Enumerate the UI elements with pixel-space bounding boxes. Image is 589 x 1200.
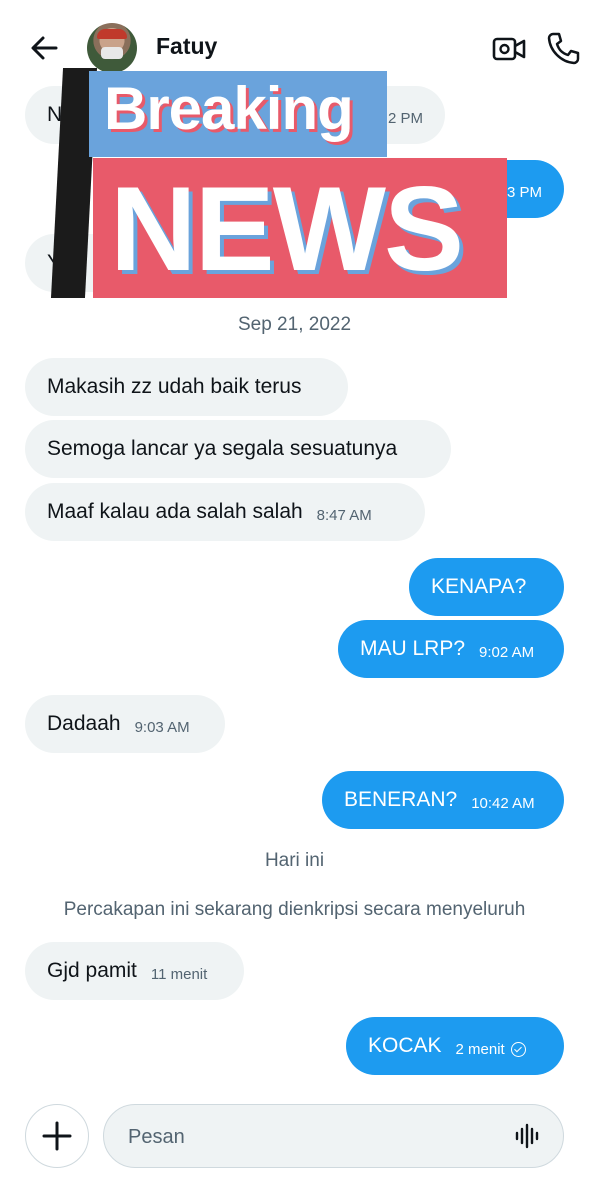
contact-name[interactable]: Fatuy	[156, 33, 217, 60]
date-separator: Sep 21, 2022	[237, 314, 352, 335]
message-text: Makasih zz udah baik terus	[47, 375, 302, 398]
message-time: 2 menit	[455, 1040, 505, 1058]
plus-icon	[42, 1121, 72, 1151]
voice-message-button[interactable]	[514, 1123, 542, 1149]
encryption-notice: Percakapan ini sekarang dienkripsi secar…	[63, 899, 526, 920]
chat-header: Fatuy	[0, 0, 589, 100]
message-incoming[interactable]: Dadaah 9:03 AM	[25, 695, 225, 753]
avatar-cap	[97, 29, 127, 39]
message-time: 2 PM	[387, 109, 423, 127]
voice-call-button[interactable]	[545, 30, 581, 66]
message-time: 9:02 AM	[479, 643, 535, 661]
message-incoming[interactable]: Semoga lancar ya segala sesuatunya	[25, 420, 451, 478]
message-text: KENAPA?	[431, 575, 527, 598]
avatar-mask	[101, 47, 123, 59]
message-time: 10:42 AM	[471, 794, 535, 812]
message-text: Dadaah	[47, 712, 121, 735]
contact-avatar[interactable]	[87, 23, 137, 73]
message-text: MAU LRP?	[360, 637, 466, 660]
message-outgoing[interactable]: KENAPA?	[409, 558, 564, 616]
message-time: 11 menit	[150, 965, 208, 983]
back-button[interactable]	[26, 30, 62, 66]
message-incoming[interactable]: Gjd pamit 11 menit	[25, 942, 244, 1000]
today-label: Hari ini	[264, 850, 325, 871]
message-text: Gjd pamit	[47, 959, 137, 982]
video-call-button[interactable]	[491, 31, 527, 67]
sent-check-icon	[510, 1041, 526, 1057]
message-text: Y	[47, 251, 62, 274]
message-text: BENERAN?	[344, 788, 458, 811]
message-time: 8:47 AM	[316, 506, 372, 524]
add-attachment-button[interactable]	[25, 1104, 89, 1168]
message-input[interactable]	[126, 1121, 490, 1153]
message-incoming-partial-2[interactable]: Y	[25, 234, 125, 292]
phone-icon	[547, 32, 580, 65]
message-text: Semoga lancar ya segala sesuatunya	[47, 437, 398, 460]
video-camera-icon	[492, 37, 526, 61]
arrow-left-icon	[31, 36, 58, 60]
message-text: N	[47, 103, 63, 126]
message-text: KOCAK	[368, 1034, 442, 1057]
message-outgoing[interactable]: KOCAK 2 menit	[346, 1017, 564, 1075]
message-composer	[103, 1104, 564, 1168]
message-outgoing[interactable]: MAU LRP? 9:02 AM	[338, 620, 564, 678]
message-incoming[interactable]: Maaf kalau ada salah salah 8:47 AM	[25, 483, 425, 541]
message-time: 9:03 AM	[134, 718, 190, 736]
message-text: Maaf kalau ada salah salah	[47, 500, 303, 523]
message-outgoing[interactable]: BENERAN? 10:42 AM	[322, 771, 564, 829]
message-outgoing-partial[interactable]: 3 PM	[145, 160, 564, 218]
message-time: 3 PM	[506, 183, 542, 201]
voice-waveform-icon	[515, 1123, 539, 1149]
message-incoming[interactable]: Makasih zz udah baik terus	[25, 358, 348, 416]
message-incoming-partial[interactable]: N 2 PM	[25, 86, 445, 144]
